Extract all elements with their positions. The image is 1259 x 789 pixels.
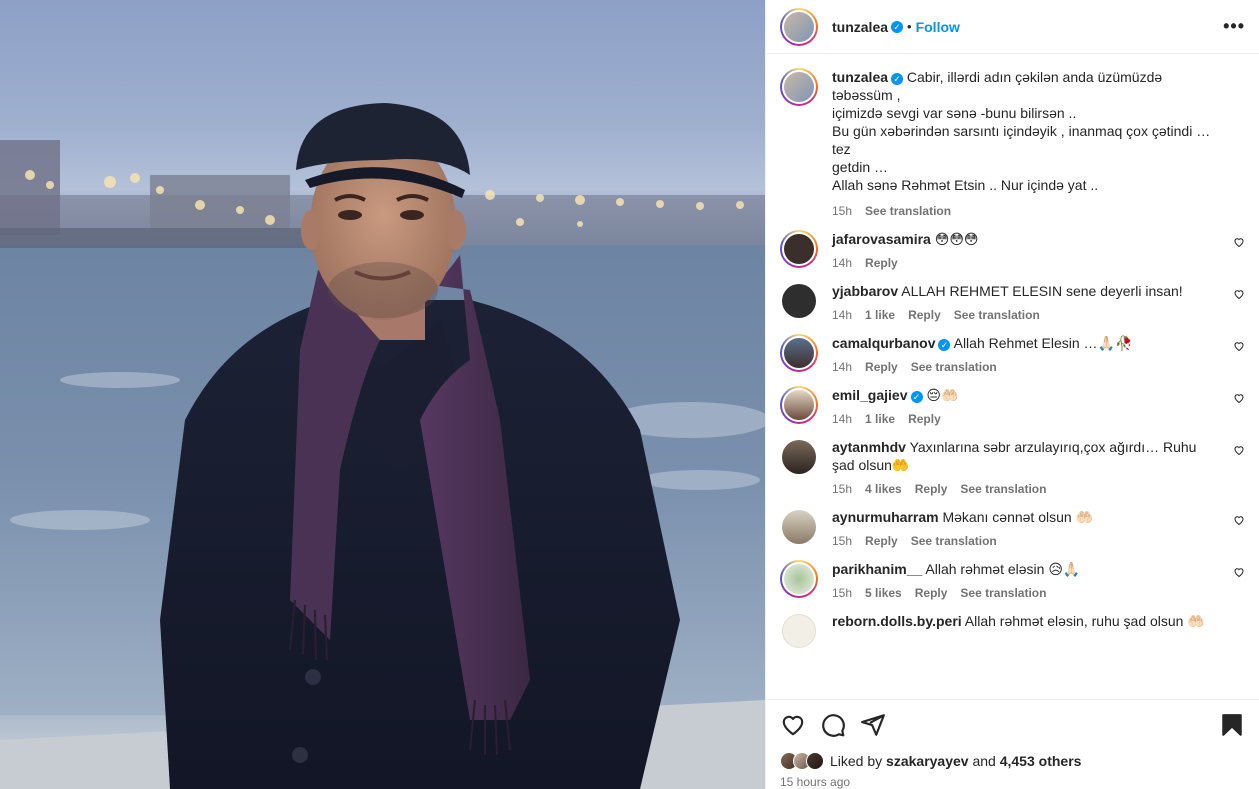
like-comment-heart-icon[interactable]	[1233, 236, 1245, 248]
see-translation-button[interactable]: See translation	[960, 586, 1046, 600]
like-heart-icon[interactable]	[780, 712, 806, 738]
comment-avatar[interactable]	[780, 560, 818, 598]
liked-by-and: and	[972, 753, 996, 769]
liked-by-others[interactable]: 4,453 others	[1000, 753, 1082, 769]
reply-button[interactable]: Reply	[908, 412, 941, 426]
caption-line: Allah sənə Rəhmət Etsin .. Nur içində ya…	[832, 177, 1099, 193]
reply-button[interactable]: Reply	[865, 256, 898, 270]
reply-button[interactable]: Reply	[915, 586, 948, 600]
comment-time: 15h	[832, 586, 853, 600]
see-translation-button[interactable]: See translation	[954, 308, 1040, 322]
comment-bubble-icon[interactable]	[820, 712, 846, 738]
comment-avatar[interactable]	[782, 510, 816, 544]
comment-item: yjabbarov ALLAH REHMET ELESIN sene deyer…	[780, 282, 1245, 322]
like-comment-heart-icon[interactable]	[1233, 392, 1245, 404]
comment-time: 14h	[832, 360, 853, 374]
likes-summary: Liked by szakaryayev and 4,453 others	[766, 749, 1259, 773]
liked-by-prefix: Liked by	[830, 753, 883, 769]
caption: tunzalea ✓ Cabir, illərdi adın çəkilən an…	[780, 68, 1245, 218]
comment-text: ALLAH REHMET ELESIN sene deyerli insan!	[901, 283, 1183, 299]
comment-text: Məkanı cənnət olsun 🤲🏻	[942, 509, 1093, 525]
comment-item: parikhanim__ Allah rəhmət eləsin 😥🙏🏻 15h…	[780, 560, 1245, 600]
comment-item: emil_gajiev ✓ 😔🤲🏻 14h 1 like Reply	[780, 386, 1245, 426]
comment-text: Allah Rehmet Elesin …🙏🏻🥀	[953, 335, 1133, 351]
comment-time: 14h	[832, 308, 853, 322]
photo-illustration	[0, 103, 765, 789]
see-translation-button[interactable]: See translation	[911, 360, 997, 374]
comment-avatar[interactable]	[782, 284, 816, 318]
verified-badge-icon: ✓	[910, 391, 923, 403]
comments-list[interactable]: tunzalea ✓ Cabir, illərdi adın çəkilən an…	[766, 54, 1259, 699]
caption-line: içimizdə sevgi var sənə -bunu bilirsən .…	[832, 105, 1077, 121]
caption-line: getdin …	[832, 159, 889, 175]
like-comment-heart-icon[interactable]	[1233, 566, 1245, 578]
reply-button[interactable]: Reply	[915, 482, 948, 496]
post-header: tunzalea ✓ • Follow •••	[766, 0, 1259, 54]
comment-item: reborn.dolls.by.peri Allah rəhmət eləsin…	[780, 612, 1245, 650]
liked-by-username[interactable]: szakaryayev	[886, 753, 969, 769]
comment-username[interactable]: parikhanim__	[832, 561, 922, 577]
separator-dot: •	[907, 19, 912, 34]
comment-avatar[interactable]	[780, 334, 818, 372]
comment-username[interactable]: aytanmhdv	[832, 439, 906, 455]
liker-avatars	[780, 752, 824, 770]
comment-username[interactable]: yjabbarov	[832, 283, 898, 299]
comment-time: 15h	[832, 534, 853, 548]
comment-avatar[interactable]	[780, 386, 818, 424]
see-translation-button[interactable]: See translation	[960, 482, 1046, 496]
save-bookmark-icon[interactable]	[1219, 712, 1245, 738]
author-avatar[interactable]	[780, 7, 818, 46]
comment-likes[interactable]: 5 likes	[865, 586, 902, 600]
like-comment-heart-icon[interactable]	[1233, 340, 1245, 352]
comment-text: 😔🤲🏻	[926, 387, 959, 403]
comment-item: aytanmhdv Yaxınlarına səbr arzulayırıq,ç…	[780, 438, 1245, 496]
caption-avatar[interactable]	[780, 68, 818, 106]
comment-time: 14h	[832, 256, 853, 270]
post-timestamp: 15 hours ago	[780, 775, 851, 789]
comment-likes[interactable]: 1 like	[865, 412, 895, 426]
comment-username[interactable]: aynurmuharram	[832, 509, 939, 525]
follow-button[interactable]: Follow	[916, 19, 960, 35]
comment-username[interactable]: jafarovasamira	[832, 231, 931, 247]
comment-username[interactable]: camalqurbanov	[832, 335, 935, 351]
post-actions	[766, 699, 1259, 749]
comment-avatar[interactable]	[782, 614, 816, 648]
comment-time: 15h	[832, 482, 853, 496]
comment-text: 😳😳😳	[934, 231, 979, 247]
caption-text: tunzalea ✓ Cabir, illərdi adın çəkilən an…	[832, 68, 1219, 194]
share-send-icon[interactable]	[860, 712, 886, 738]
post-side-panel: tunzalea ✓ • Follow ••• tunzalea ✓ Cabir,…	[765, 0, 1259, 789]
caption-time: 15h	[832, 204, 853, 218]
caption-meta: 15h See translation	[832, 204, 1219, 218]
reply-button[interactable]: Reply	[908, 308, 941, 322]
like-comment-heart-icon[interactable]	[1233, 514, 1245, 526]
like-comment-heart-icon[interactable]	[1233, 444, 1245, 456]
reply-button[interactable]: Reply	[865, 360, 898, 374]
like-comment-heart-icon[interactable]	[1233, 288, 1245, 300]
comment-username[interactable]: emil_gajiev	[832, 387, 908, 403]
more-options-icon[interactable]: •••	[1223, 16, 1245, 37]
comment-text: Allah rəhmət eləsin 😥🙏🏻	[925, 561, 1081, 577]
see-translation-button[interactable]: See translation	[911, 534, 997, 548]
comment-text: Allah rəhmət eləsin, ruhu şad olsun 🤲🏻	[964, 613, 1205, 629]
caption-username[interactable]: tunzalea	[832, 69, 888, 85]
comment-likes[interactable]: 1 like	[865, 308, 895, 322]
comment-item: aynurmuharram Məkanı cənnət olsun 🤲🏻 15h…	[780, 508, 1245, 548]
reply-button[interactable]: Reply	[865, 534, 898, 548]
caption-line: Bu gün xəbərindən sarsıntı içindəyik , i…	[832, 123, 1211, 157]
verified-badge-icon: ✓	[891, 73, 904, 85]
post-photo[interactable]	[0, 0, 765, 789]
verified-badge-icon: ✓	[938, 339, 951, 351]
verified-badge-icon: ✓	[891, 20, 904, 33]
comment-time: 14h	[832, 412, 853, 426]
comment-avatar[interactable]	[782, 440, 816, 474]
comment-avatar[interactable]	[780, 230, 818, 268]
comment-item: camalqurbanov ✓ Allah Rehmet Elesin …🙏🏻🥀 …	[780, 334, 1245, 374]
author-username[interactable]: tunzalea	[832, 19, 888, 35]
caption-see-translation[interactable]: See translation	[865, 204, 951, 218]
comment-username[interactable]: reborn.dolls.by.peri	[832, 613, 962, 629]
comment-likes[interactable]: 4 likes	[865, 482, 902, 496]
comment-item: jafarovasamira 😳😳😳 14h Reply	[780, 230, 1245, 270]
